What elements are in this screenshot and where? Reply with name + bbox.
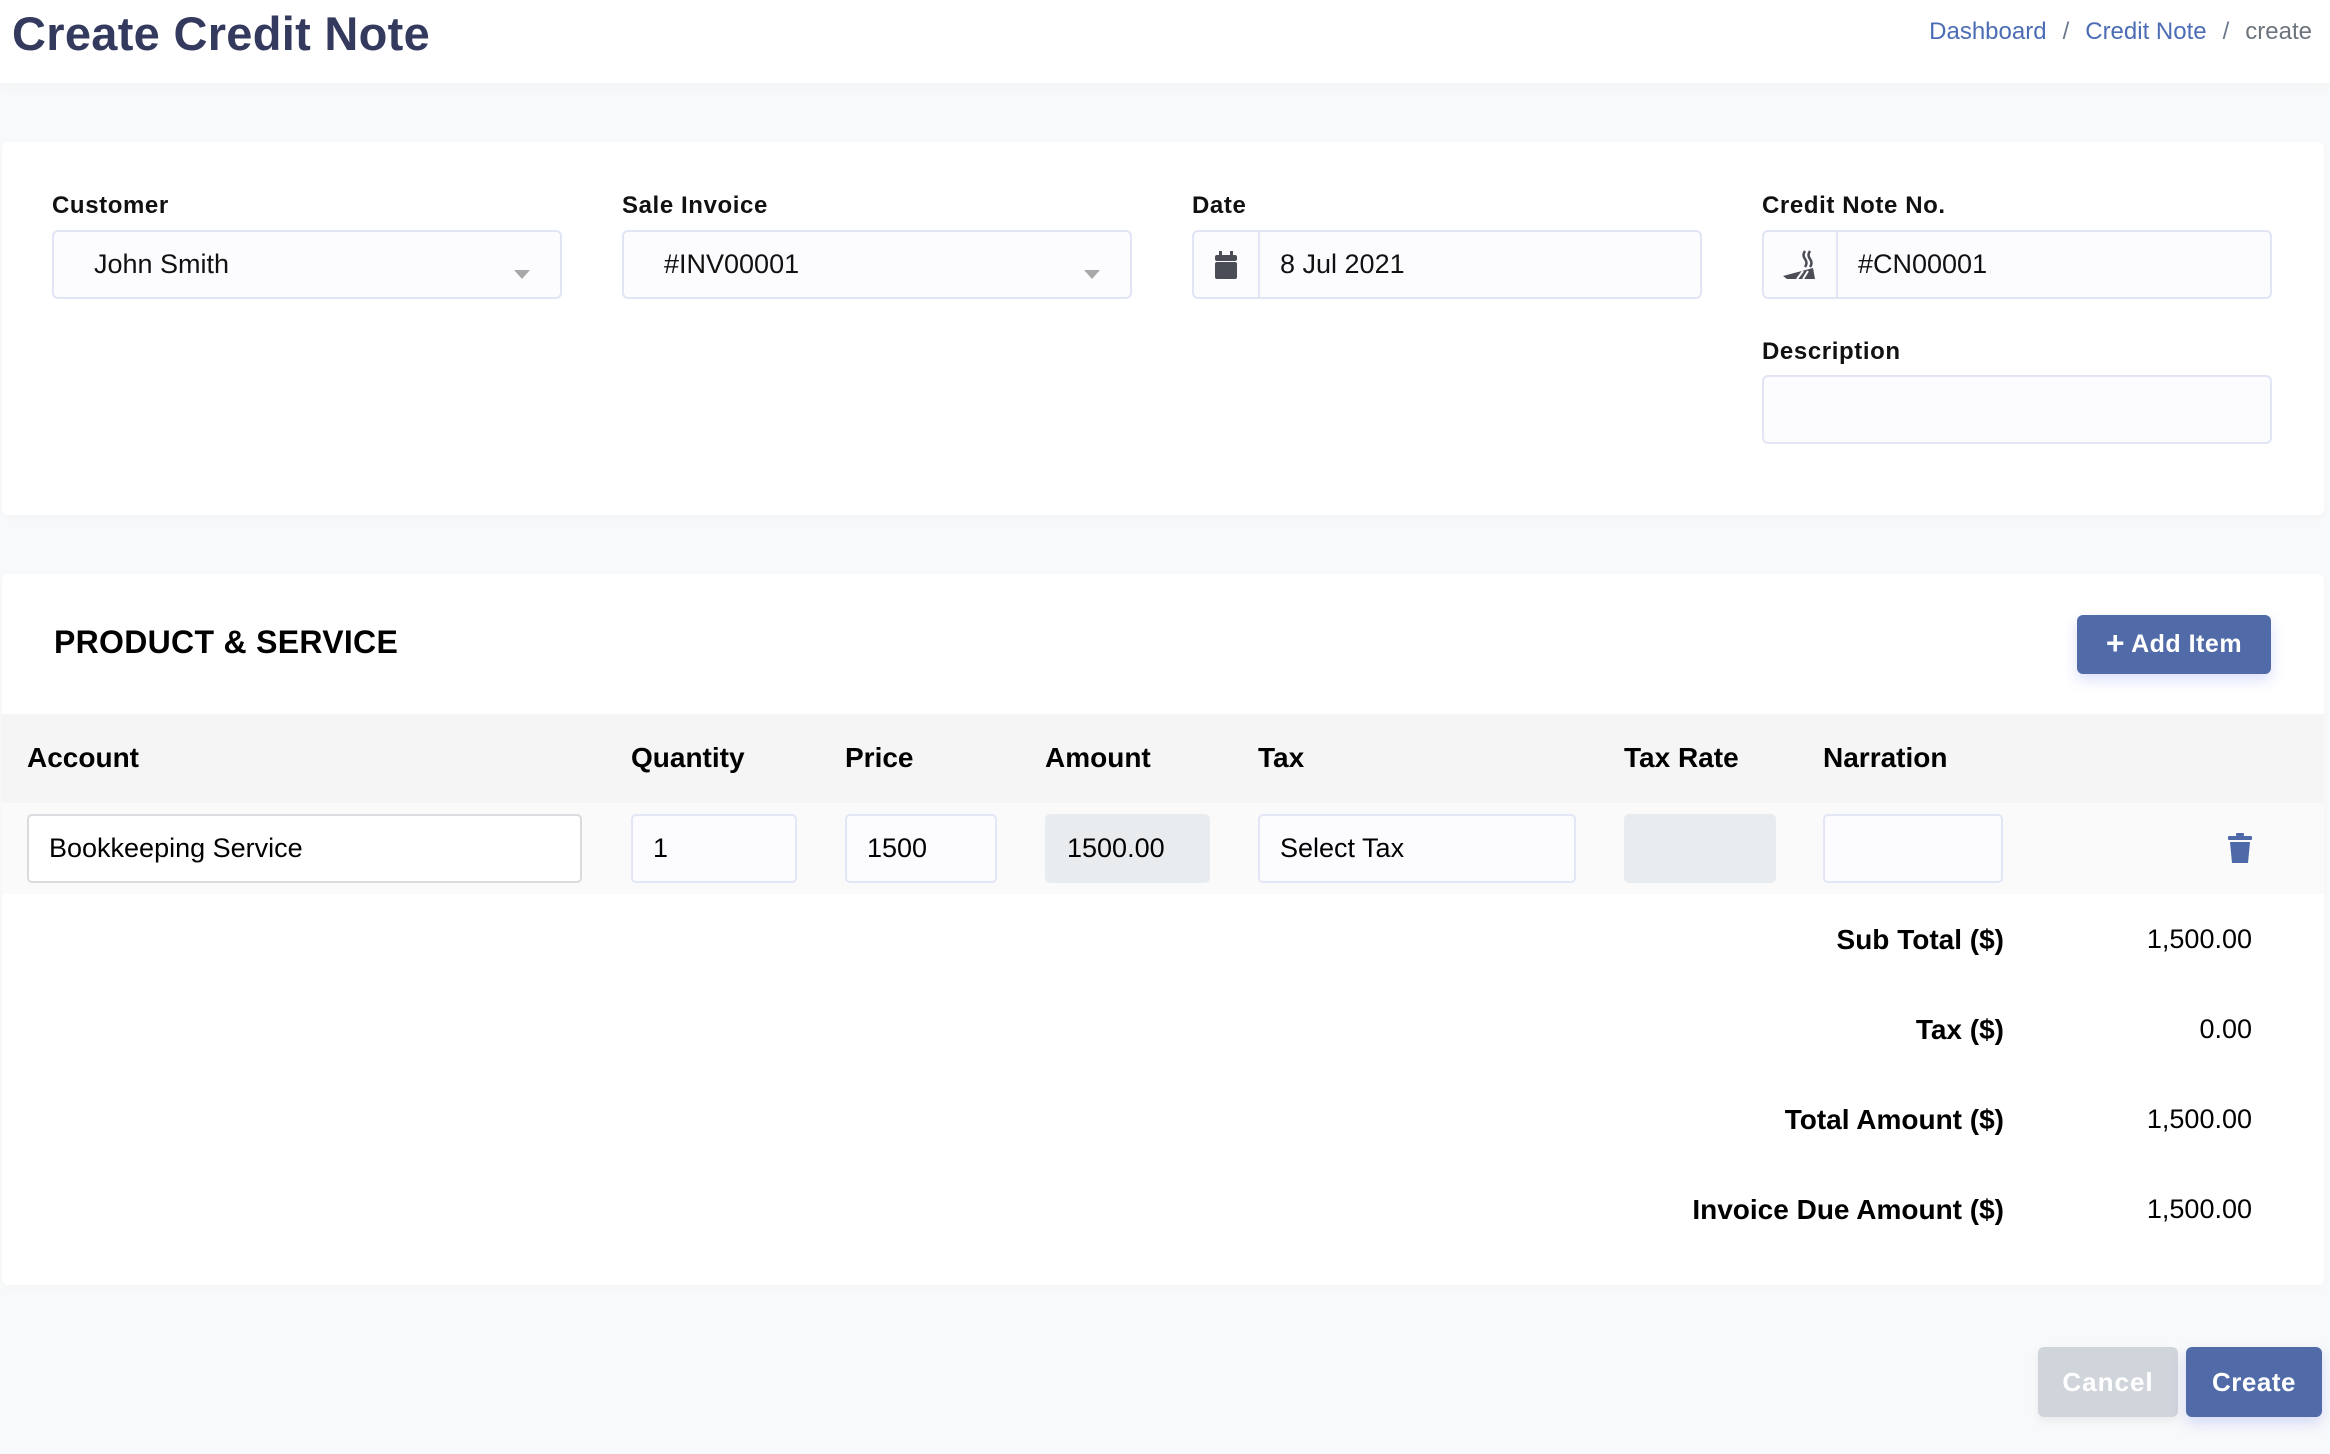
description-input[interactable] <box>1762 375 2272 444</box>
tax-total-value: 0.00 <box>2199 1014 2252 1044</box>
page-title: Create Credit Note <box>12 7 431 60</box>
customer-select[interactable]: John Smith <box>52 230 562 299</box>
subtotal-label: Sub Total ($) <box>1836 924 2004 955</box>
subtotal-value: 1,500.00 <box>2146 924 2252 954</box>
table-row: Bookkeeping Service 1 1500 1500.00 Selec… <box>2 803 2324 894</box>
breadcrumb-credit-note[interactable]: Credit Note <box>2085 18 2206 46</box>
column-header-tax: Tax <box>1258 742 1305 773</box>
breadcrumb-current: create <box>2245 18 2312 45</box>
tax-total-label: Tax ($) <box>1915 1014 2004 1045</box>
credit-note-no-label: Credit Note No. <box>1762 192 1946 219</box>
cancel-button[interactable]: Cancel <box>2038 1347 2178 1417</box>
joint-icon <box>1764 232 1838 297</box>
caret-down-icon <box>514 270 530 279</box>
column-header-account: Account <box>27 742 139 773</box>
calendar-icon <box>1194 232 1260 297</box>
tax-select[interactable]: Select Tax <box>1258 814 1576 883</box>
sale-invoice-label: Sale Invoice <box>622 192 768 219</box>
account-input[interactable]: Bookkeeping Service <box>27 814 582 883</box>
table-header: Account Quantity Price Amount Tax Tax Ra… <box>2 714 2324 803</box>
total-amount-value: 1,500.00 <box>2146 1104 2252 1134</box>
invoice-due-amount-value: 1,500.00 <box>2146 1194 2252 1224</box>
breadcrumb-dashboard[interactable]: Dashboard <box>1929 18 2046 46</box>
plus-icon: + <box>2105 625 2126 661</box>
customer-value: John Smith <box>94 249 230 279</box>
credit-note-details-card: Customer John Smith Sale Invoice #INV000… <box>2 142 2324 515</box>
column-header-tax-rate: Tax Rate <box>1624 742 1739 773</box>
column-header-amount: Amount <box>1045 742 1151 773</box>
add-item-label: Add Item <box>2131 630 2243 658</box>
quantity-input[interactable]: 1 <box>631 814 797 883</box>
credit-note-no-value: #CN00001 <box>1858 249 1988 279</box>
sale-invoice-value: #INV00001 <box>664 249 800 279</box>
caret-down-icon <box>1084 270 1100 279</box>
trash-icon[interactable] <box>2226 833 2254 863</box>
page-header: Create Credit Note Dashboard / Credit No… <box>0 0 2330 83</box>
add-item-button[interactable]: + Add Item <box>2077 615 2271 674</box>
date-field[interactable]: 8 Jul 2021 <box>1192 230 1702 299</box>
invoice-due-amount-label: Invoice Due Amount ($) <box>1692 1194 2004 1225</box>
breadcrumb-separator: / <box>2062 18 2070 45</box>
total-amount-label: Total Amount ($) <box>1784 1104 2004 1135</box>
tax-rate-field <box>1624 814 1776 883</box>
breadcrumb: Dashboard / Credit Note / create <box>1929 18 2312 46</box>
sale-invoice-select[interactable]: #INV00001 <box>622 230 1132 299</box>
narration-input[interactable] <box>1823 814 2003 883</box>
description-label: Description <box>1762 338 1901 365</box>
breadcrumb-separator: / <box>2222 18 2230 45</box>
column-header-price: Price <box>845 742 914 773</box>
date-label: Date <box>1192 192 1247 219</box>
column-header-quantity: Quantity <box>631 742 745 773</box>
customer-label: Customer <box>52 192 169 219</box>
product-service-card: PRODUCT & SERVICE + Add Item Account Qua… <box>2 574 2324 1285</box>
price-input[interactable]: 1500 <box>845 814 997 883</box>
amount-field: 1500.00 <box>1045 814 1210 883</box>
section-title: PRODUCT & SERVICE <box>54 624 399 660</box>
date-value: 8 Jul 2021 <box>1280 249 1405 279</box>
create-button[interactable]: Create <box>2186 1347 2322 1417</box>
column-header-narration: Narration <box>1823 742 1948 773</box>
credit-note-no-field[interactable]: #CN00001 <box>1762 230 2272 299</box>
